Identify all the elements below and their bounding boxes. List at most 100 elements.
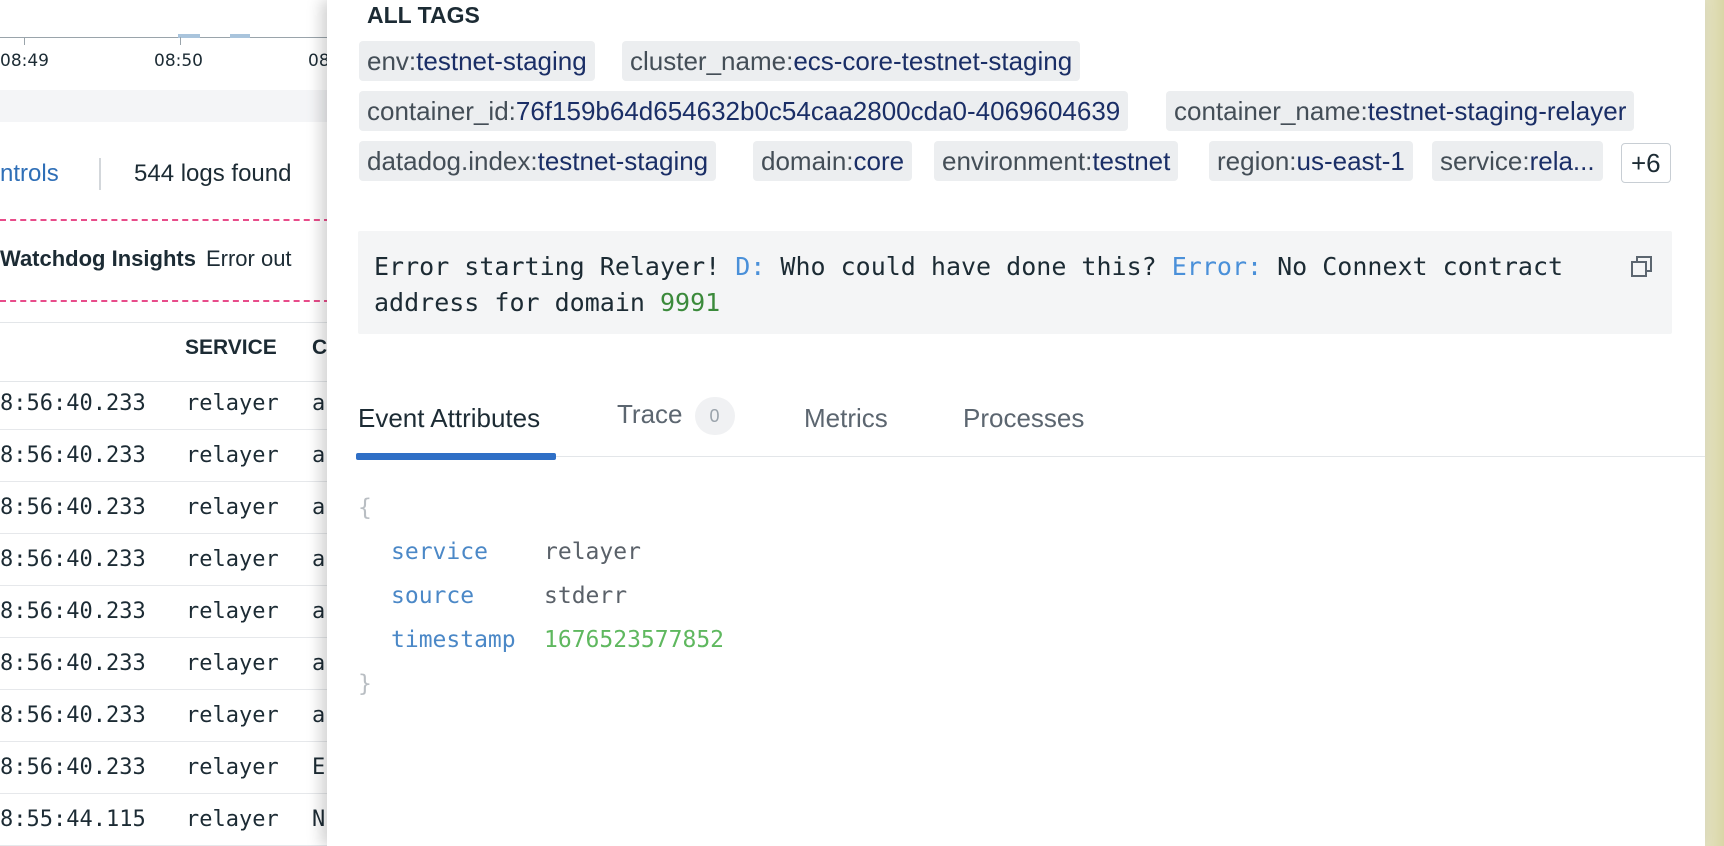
tag-service[interactable]: service:rela...	[1432, 141, 1603, 181]
log-message-line-2: address for domain 9991	[374, 285, 1656, 321]
message-domain-number: 9991	[659, 288, 721, 317]
log-message: a	[312, 547, 326, 572]
log-message: N	[312, 807, 326, 832]
more-tags-button[interactable]: +6	[1621, 143, 1671, 183]
tab-event-attributes[interactable]: Event Attributes	[356, 403, 556, 460]
histogram-bar[interactable]	[178, 34, 200, 38]
tab-trace[interactable]: Trace 0	[617, 397, 735, 435]
tag-key: region:	[1217, 146, 1297, 176]
attribute-key[interactable]: source	[391, 583, 474, 609]
controls-link[interactable]: ntrols	[0, 160, 59, 188]
tag-value: testnet-staging	[416, 46, 587, 76]
watchdog-insights-banner[interactable]: Watchdog Insights Error out	[0, 246, 292, 272]
log-time: 8:56:40.233	[0, 443, 146, 468]
log-time: 8:56:40.233	[0, 599, 146, 624]
log-message-line-1: Error starting Relayer! D: Who could hav…	[374, 249, 1656, 285]
table-row[interactable]: 8:56:40.233 relayer a	[0, 430, 330, 482]
tag-cluster-name[interactable]: cluster_name:ecs-core-testnet-staging	[622, 41, 1081, 81]
watchdog-text: Error out	[205, 246, 292, 271]
table-row[interactable]: 8:55:44.115 relayer N	[0, 794, 330, 846]
log-explorer-background: 08:49 08:50 08 ntrols 544 logs found Wat…	[0, 0, 330, 846]
column-header-service[interactable]: SERVICE	[185, 336, 277, 360]
tag-datadog-index[interactable]: datadog.index:testnet-staging	[359, 141, 717, 181]
column-header-content[interactable]: C	[312, 336, 327, 360]
logs-found-count: 544 logs found	[134, 160, 292, 187]
attribute-value[interactable]: 1676523577852	[544, 627, 724, 653]
tab-label: Trace	[617, 398, 683, 429]
log-service: relayer	[186, 547, 279, 572]
log-time: 8:56:40.233	[0, 703, 146, 728]
log-message: a	[312, 443, 326, 468]
tag-container-name[interactable]: container_name:testnet-staging-relayer	[1166, 91, 1635, 131]
message-text: No Connext contract	[1262, 252, 1564, 281]
tag-key: datadog.index:	[367, 146, 538, 176]
active-tab-indicator	[356, 453, 556, 460]
log-time: 8:56:40.233	[0, 391, 146, 416]
detail-tabs: Event Attributes Trace 0 Metrics Processe…	[356, 395, 1705, 460]
timeline-tick	[180, 37, 181, 45]
watchdog-border-bottom	[0, 300, 330, 302]
watchdog-title: Watchdog Insights	[0, 246, 196, 271]
window-edge	[1704, 0, 1724, 846]
log-time: 8:56:40.233	[0, 651, 146, 676]
timeline-tick-label: 08:50	[154, 51, 203, 71]
log-detail-panel: ALL TAGS env:testnet-staging cluster_nam…	[327, 0, 1705, 846]
log-message: a	[312, 703, 326, 728]
tab-label: Processes	[963, 403, 1085, 433]
table-row[interactable]: 8:56:40.233 relayer a	[0, 378, 330, 430]
tag-key: domain:	[761, 146, 854, 176]
tag-key: container_id:	[367, 96, 516, 126]
tag-key: env:	[367, 46, 417, 76]
copy-icon[interactable]	[1630, 253, 1654, 277]
tag-key: environment:	[942, 146, 1093, 176]
watchdog-border-top	[0, 219, 330, 221]
tag-environment[interactable]: environment:testnet	[934, 141, 1179, 181]
tab-label: Event Attributes	[358, 403, 541, 433]
tag-env[interactable]: env:testnet-staging	[359, 41, 595, 81]
tag-value: testnet-staging-relayer	[1367, 96, 1627, 126]
histogram-bar[interactable]	[230, 34, 250, 38]
timeline-axis	[0, 37, 330, 38]
tag-value: core	[853, 146, 905, 176]
log-service: relayer	[186, 703, 279, 728]
attribute-value[interactable]: stderr	[544, 583, 627, 609]
timeline-tick-label: 08:49	[0, 51, 49, 71]
log-service: relayer	[186, 495, 279, 520]
tag-value: testnet-staging	[537, 146, 709, 176]
log-time: 8:56:40.233	[0, 755, 146, 780]
attribute-value[interactable]: relayer	[544, 539, 641, 565]
log-message: a	[312, 651, 326, 676]
table-top-line	[0, 322, 330, 323]
message-text: Error starting Relayer!	[374, 252, 736, 281]
tab-metrics[interactable]: Metrics	[804, 403, 888, 434]
timeline-footer	[0, 90, 330, 122]
log-time: 8:56:40.233	[0, 547, 146, 572]
table-row[interactable]: 8:56:40.233 relayer a	[0, 482, 330, 534]
table-row[interactable]: 8:56:40.233 relayer a	[0, 638, 330, 690]
attribute-key[interactable]: service	[391, 539, 488, 565]
tag-value: ecs-core-testnet-staging	[793, 46, 1073, 76]
tab-label: Metrics	[804, 403, 888, 433]
log-message: a	[312, 495, 326, 520]
tab-processes[interactable]: Processes	[963, 403, 1084, 434]
log-message: a	[312, 391, 326, 416]
tag-domain[interactable]: domain:core	[753, 141, 913, 181]
table-row[interactable]: 8:56:40.233 relayer a	[0, 586, 330, 638]
log-message: E	[312, 755, 326, 780]
attribute-key[interactable]: timestamp	[391, 627, 516, 653]
tag-key: container_name:	[1174, 96, 1368, 126]
log-message: a	[312, 599, 326, 624]
message-text: Who could have done this?	[765, 252, 1172, 281]
log-service: relayer	[186, 599, 279, 624]
tag-key: service:	[1440, 146, 1530, 176]
log-service: relayer	[186, 651, 279, 676]
log-service: relayer	[186, 443, 279, 468]
controls-row: ntrols 544 logs found	[0, 156, 330, 196]
log-time: 8:55:44.115	[0, 807, 146, 832]
log-service: relayer	[186, 755, 279, 780]
tag-region[interactable]: region:us-east-1	[1209, 141, 1413, 181]
table-row[interactable]: 8:56:40.233 relayer E	[0, 742, 330, 794]
table-row[interactable]: 8:56:40.233 relayer a	[0, 690, 330, 742]
table-row[interactable]: 8:56:40.233 relayer a	[0, 534, 330, 586]
tag-container-id[interactable]: container_id:76f159b64d654632b0c54caa280…	[359, 91, 1129, 131]
